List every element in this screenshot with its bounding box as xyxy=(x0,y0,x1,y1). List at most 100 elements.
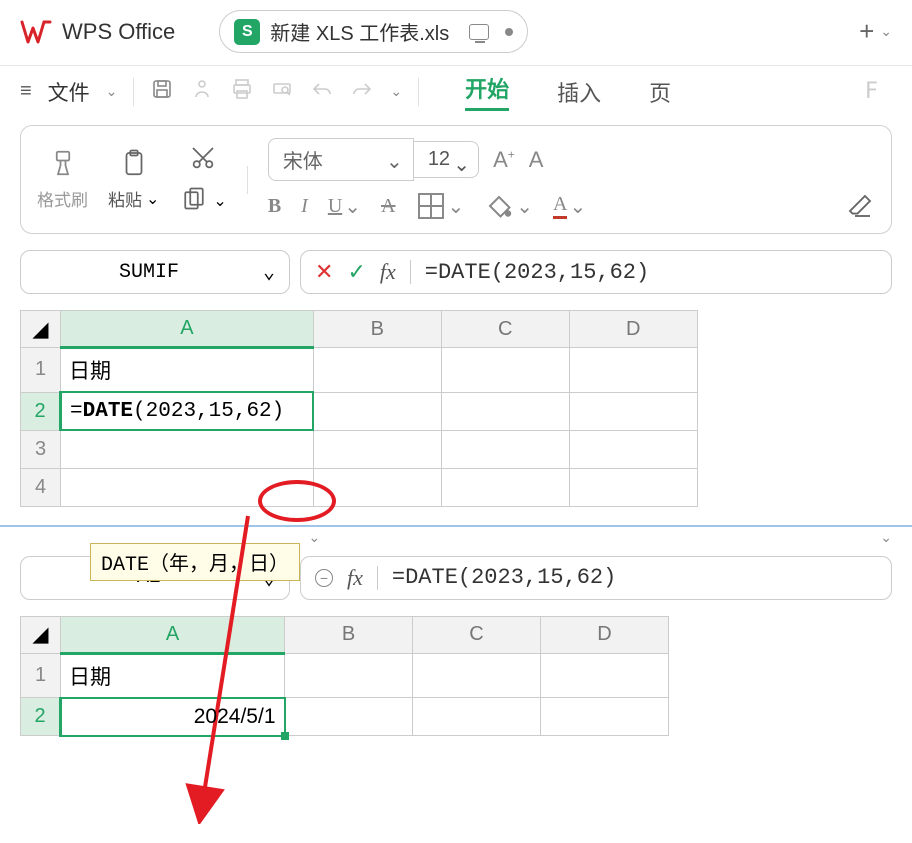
chevron-down-icon: ⌄ xyxy=(448,194,465,219)
share-icon[interactable] xyxy=(190,77,214,106)
cell-b3[interactable] xyxy=(313,430,441,468)
chevron-down-icon[interactable]: ⌄ xyxy=(213,191,226,211)
divider xyxy=(133,78,134,106)
font-size-select[interactable]: 12⌄ xyxy=(414,141,479,178)
cell-d1[interactable] xyxy=(569,348,697,393)
file-menu[interactable]: 文件 xyxy=(48,77,90,107)
tab-page[interactable]: 页 xyxy=(649,76,671,108)
cell-c1[interactable] xyxy=(413,653,541,698)
name-box[interactable]: SUMIF ⌄ xyxy=(20,250,290,294)
chevron-down-icon[interactable]: ⌄ xyxy=(106,83,118,100)
print-icon[interactable] xyxy=(230,77,254,106)
cell-d1[interactable] xyxy=(541,653,669,698)
italic-button[interactable]: I xyxy=(301,195,308,218)
paste-button[interactable]: 粘贴⌄ xyxy=(108,148,159,211)
formula-input-area-2[interactable]: − fx =DATE(2023,15,62) xyxy=(300,556,892,600)
cancel-icon[interactable]: ✕ xyxy=(315,259,333,285)
undo-icon[interactable] xyxy=(310,77,334,106)
app-logo: WPS Office xyxy=(20,16,175,48)
column-header-b[interactable]: B xyxy=(285,616,413,653)
row-header-2[interactable]: 2 xyxy=(21,698,61,736)
cell-c3[interactable] xyxy=(441,430,569,468)
formula-text[interactable]: =DATE(2023,15,62) xyxy=(425,260,649,285)
bold-button[interactable]: B xyxy=(268,195,281,218)
cell-a4[interactable] xyxy=(61,468,314,506)
save-icon[interactable] xyxy=(150,77,174,106)
select-all-corner[interactable]: ◢ xyxy=(21,311,61,348)
column-header-c[interactable]: C xyxy=(441,311,569,348)
app-name: WPS Office xyxy=(62,19,175,45)
formula-input-area[interactable]: ✕ ✓ fx =DATE(2023,15,62) xyxy=(300,250,892,294)
modified-dot-icon xyxy=(505,28,513,36)
column-header-d[interactable]: D xyxy=(541,616,669,653)
underline-button[interactable]: U⌄ xyxy=(328,194,361,219)
divider xyxy=(247,166,248,194)
print-preview-icon[interactable] xyxy=(270,77,294,106)
cell-b4[interactable] xyxy=(313,468,441,506)
cell-d3[interactable] xyxy=(569,430,697,468)
accept-icon[interactable]: ✓ xyxy=(347,259,365,285)
cell-a2-editing[interactable]: =DATE(2023,15,62) xyxy=(61,392,314,430)
cell-d4[interactable] xyxy=(569,468,697,506)
cell-a3[interactable] xyxy=(61,430,314,468)
device-icon[interactable] xyxy=(469,24,489,40)
tab-insert[interactable]: 插入 xyxy=(557,76,601,108)
eraser-button[interactable] xyxy=(845,191,875,221)
row-header-4[interactable]: 4 xyxy=(21,468,61,506)
row-header-2[interactable]: 2 xyxy=(21,392,61,430)
border-button[interactable]: ⌄ xyxy=(416,191,465,221)
strikethrough-button[interactable]: A xyxy=(381,195,395,218)
cell-a1[interactable]: 日期 xyxy=(61,653,285,698)
tab-start[interactable]: 开始 xyxy=(465,72,509,111)
fx-icon[interactable]: fx xyxy=(347,565,363,591)
cell-d2[interactable] xyxy=(569,392,697,430)
column-header-c[interactable]: C xyxy=(413,616,541,653)
format-brush-button[interactable]: 格式刷 xyxy=(37,148,88,211)
chevron-down-icon[interactable]: ⌄ xyxy=(880,23,892,40)
redo-icon[interactable] xyxy=(350,77,374,106)
select-all-corner[interactable]: ◢ xyxy=(21,616,61,653)
new-tab-button[interactable]: + ⌄ xyxy=(859,16,892,47)
cell-b1[interactable] xyxy=(285,653,413,698)
copy-button[interactable]: ⌄ xyxy=(179,186,226,216)
cell-a2-selected[interactable]: 2024/5/1 xyxy=(61,698,285,736)
cell-c2[interactable] xyxy=(441,392,569,430)
cell-d2[interactable] xyxy=(541,698,669,736)
fill-color-button[interactable]: ⌄ xyxy=(484,191,533,221)
chevron-down-icon[interactable]: ⌄ xyxy=(146,189,159,209)
cell-c2[interactable] xyxy=(413,698,541,736)
cell-c1[interactable] xyxy=(441,348,569,393)
column-header-d[interactable]: D xyxy=(569,311,697,348)
chevron-down-icon[interactable]: ⌄ xyxy=(263,259,275,285)
function-tooltip: DATE（年，月，日） xyxy=(90,543,300,581)
cut-button[interactable] xyxy=(188,143,218,178)
row-header-1[interactable]: 1 xyxy=(21,348,61,393)
cell-c4[interactable] xyxy=(441,468,569,506)
decrease-font-button[interactable]: A xyxy=(529,147,544,173)
bucket-icon xyxy=(484,191,514,221)
document-tab[interactable]: S 新建 XLS 工作表.xls xyxy=(219,10,528,53)
column-header-a[interactable]: A xyxy=(61,616,285,653)
cell-a1[interactable]: 日期 xyxy=(61,348,314,393)
hamburger-icon[interactable]: ≡ xyxy=(20,80,32,103)
spreadsheet-grid-2[interactable]: ◢ A B C D 1 日期 2 2024/5/1 xyxy=(20,616,669,737)
collapse-formula-icon[interactable]: − xyxy=(315,569,333,587)
row-header-3[interactable]: 3 xyxy=(21,430,61,468)
increase-font-button[interactable]: A+ xyxy=(493,147,515,173)
column-header-b[interactable]: B xyxy=(313,311,441,348)
cell-b1[interactable] xyxy=(313,348,441,393)
cell-b2[interactable] xyxy=(285,698,413,736)
font-color-button[interactable]: A⌄ xyxy=(553,193,586,219)
spreadsheet-grid[interactable]: ◢ A B C D 1 日期 2 =DATE(2023,15,62) 3 4 xyxy=(20,310,698,507)
column-header-a[interactable]: A xyxy=(61,311,314,348)
cell-b2[interactable] xyxy=(313,392,441,430)
chevron-down-icon[interactable]: ⌄ xyxy=(390,83,402,100)
collapse-icon[interactable]: ⌄ xyxy=(880,529,892,546)
formula-bar: SUMIF ⌄ ✕ ✓ fx =DATE(2023,15,62) xyxy=(0,242,912,302)
row-header-1[interactable]: 1 xyxy=(21,653,61,698)
fx-icon[interactable]: fx xyxy=(380,259,396,285)
ribbon-tabs: 开始 插入 页 xyxy=(465,72,671,111)
plus-icon: + xyxy=(859,16,874,47)
formula-text-2[interactable]: =DATE(2023,15,62) xyxy=(392,565,616,590)
font-name-select[interactable]: 宋体⌄ xyxy=(268,138,414,181)
